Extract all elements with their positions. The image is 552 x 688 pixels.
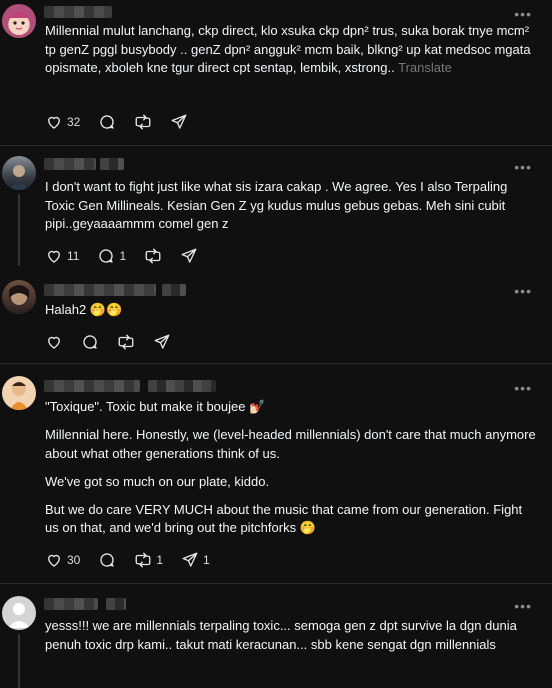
post-text: "Toxique". Toxic but make it boujee 💅🏻 M…: [45, 398, 536, 538]
post-paragraph: "Toxique". Toxic but make it boujee 💅🏻: [45, 399, 266, 414]
post-paragraph: We've got so much on our plate, kiddo.: [45, 473, 270, 489]
share-button[interactable]: 1: [181, 551, 210, 569]
repost-button[interactable]: [144, 247, 162, 265]
reply-button[interactable]: [98, 113, 116, 131]
post-actions: 30 1 1: [45, 549, 228, 571]
repost-button[interactable]: 1: [134, 551, 163, 569]
repost-icon: [135, 552, 151, 568]
like-button[interactable]: 11: [45, 247, 79, 265]
post-paragraph: But we do care VERY MUCH about the music…: [45, 501, 523, 536]
share-count: 1: [203, 553, 210, 567]
post-text: yesss!!! we are millennials terpaling to…: [45, 617, 536, 654]
heart-icon: [48, 336, 60, 349]
post-text: I don't want to fight just like what sis…: [45, 178, 536, 234]
share-button[interactable]: [153, 333, 171, 351]
more-icon[interactable]: •••: [514, 381, 532, 395]
thread-post: ••• "Toxique". Toxic but make it boujee …: [0, 364, 552, 584]
heart-icon: [48, 250, 60, 263]
avatar-image: [8, 603, 30, 628]
reply-button[interactable]: [81, 333, 99, 351]
username-blurred[interactable]: [44, 158, 96, 170]
like-button[interactable]: [45, 333, 63, 351]
repost-icon: [118, 334, 134, 350]
repost-count: 1: [156, 553, 164, 567]
more-icon[interactable]: •••: [514, 160, 532, 174]
heart-icon: [48, 116, 60, 129]
username-blurred[interactable]: [44, 284, 156, 296]
post-actions: 11 1: [45, 245, 216, 267]
more-icon[interactable]: •••: [514, 599, 532, 613]
reply-button[interactable]: 1: [97, 247, 126, 265]
like-button[interactable]: 30: [45, 551, 80, 569]
translate-link[interactable]: Translate: [398, 60, 452, 75]
reply-icon: [83, 335, 97, 349]
username-blurred[interactable]: [44, 598, 98, 610]
avatar[interactable]: [2, 376, 36, 410]
username-blurred: [162, 284, 186, 296]
thread-post: ••• yesss!!! we are millennials terpalin…: [0, 584, 552, 688]
post-text: Millennial mulut lanchang, ckp direct, k…: [45, 22, 536, 78]
thread-post: ••• Halah2 🤭🤭: [0, 278, 552, 364]
avatar-image: [10, 382, 28, 410]
avatar-image: [9, 285, 29, 305]
post-text: Halah2 🤭🤭: [45, 301, 536, 320]
avatar[interactable]: [2, 280, 36, 314]
repost-button[interactable]: [117, 333, 135, 351]
repost-icon: [135, 114, 151, 130]
like-count: 30: [67, 553, 81, 567]
more-icon[interactable]: •••: [514, 7, 532, 21]
more-icon[interactable]: •••: [514, 284, 532, 298]
post-paragraph: Millennial here. Honestly, we (level-hea…: [45, 427, 536, 461]
share-button[interactable]: [180, 247, 198, 265]
avatar[interactable]: [2, 596, 36, 630]
share-icon: [154, 334, 170, 349]
like-button[interactable]: 32: [45, 113, 80, 131]
reply-button[interactable]: [98, 551, 116, 569]
avatar[interactable]: [2, 156, 36, 190]
username-blurred[interactable]: [44, 380, 140, 392]
share-icon: [181, 248, 197, 263]
post-actions: [45, 331, 189, 353]
reply-icon: [100, 553, 115, 567]
avatar[interactable]: [2, 4, 36, 38]
like-count: 32: [67, 115, 81, 129]
share-icon: [171, 114, 187, 129]
share-button[interactable]: [170, 113, 188, 131]
post-paragraph: Millennial mulut lanchang, ckp direct, k…: [45, 23, 531, 76]
username-blurred[interactable]: [44, 6, 112, 18]
thread-line: [18, 194, 20, 266]
reply-count: 1: [119, 249, 127, 263]
share-icon: [182, 552, 198, 567]
like-count: 11: [67, 249, 80, 263]
post-paragraph: Halah2 🤭🤭: [45, 302, 123, 317]
username-blurred: [148, 380, 216, 392]
avatar-image: [8, 165, 30, 190]
repost-button[interactable]: [134, 113, 152, 131]
avatar-image: [8, 12, 30, 34]
heart-icon: [48, 554, 60, 567]
username-blurred: [106, 598, 126, 610]
post-paragraph: yesss!!! we are millennials terpaling to…: [45, 618, 517, 652]
reply-icon: [99, 249, 114, 263]
thread-line: [18, 634, 20, 688]
post-paragraph: I don't want to fight just like what sis…: [45, 179, 508, 232]
post-actions: 32: [45, 111, 206, 133]
thread-post: ••• Millennial mulut lanchang, ckp direc…: [0, 0, 552, 146]
thread-post: ••• I don't want to fight just like what…: [0, 146, 552, 278]
username-blurred: [100, 158, 124, 170]
reply-icon: [100, 115, 115, 129]
repost-icon: [145, 248, 161, 264]
